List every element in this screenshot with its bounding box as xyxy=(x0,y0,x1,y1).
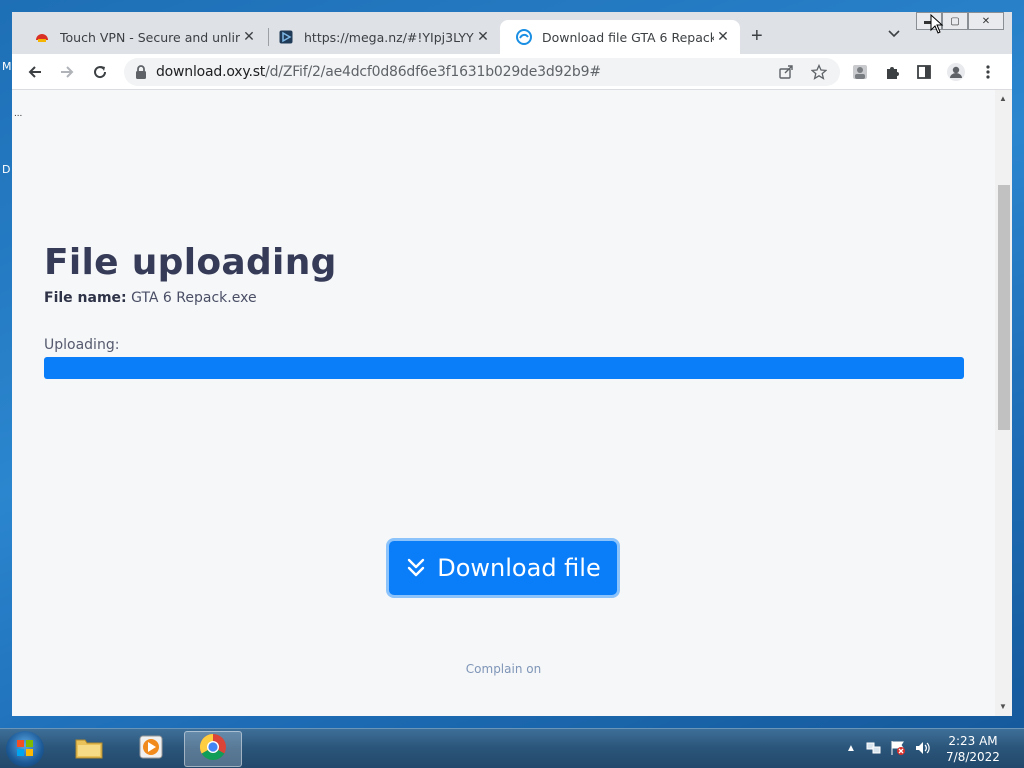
taskbar-chrome[interactable] xyxy=(184,731,242,767)
tab-title: Download file GTA 6 Repack.exe xyxy=(542,29,714,45)
restore-button[interactable]: ▢ xyxy=(942,12,968,30)
tab-title: https://mega.nz/#!YIpj3LYY!yC5N xyxy=(304,29,474,45)
taskbar-explorer[interactable] xyxy=(60,731,118,767)
taskbar-media-player[interactable] xyxy=(122,731,180,767)
tab-strip: Touch VPN - Secure and unlimite ✕ https:… xyxy=(12,12,1012,54)
tab-close-icon[interactable]: ✕ xyxy=(474,29,492,45)
file-name-label: File name: xyxy=(44,290,127,306)
clock-date: 7/8/2022 xyxy=(946,750,1000,764)
address-bar[interactable]: download.oxy.st/d/ZFif/2/ae4dcf0d86df6e3… xyxy=(124,58,840,86)
clock-time: 2:23 AM xyxy=(948,734,998,748)
lock-icon[interactable] xyxy=(134,64,150,80)
browser-toolbar: download.oxy.st/d/ZFif/2/ae4dcf0d86df6e3… xyxy=(12,54,1012,90)
extensions-puzzle-icon[interactable] xyxy=(882,62,902,82)
browser-menu-icon[interactable] xyxy=(978,62,998,82)
media-player-icon xyxy=(137,733,165,766)
tab-download-file[interactable]: Download file GTA 6 Repack.exe ✕ xyxy=(500,20,740,54)
oxy-logo-icon xyxy=(516,29,532,45)
volume-icon[interactable] xyxy=(914,740,930,761)
upload-progress-fill xyxy=(44,357,964,379)
desktop-dots: ... xyxy=(14,108,23,119)
upload-progress-bar xyxy=(44,357,964,379)
play-icon xyxy=(278,29,294,45)
new-tab-icon[interactable]: + xyxy=(751,25,763,48)
taskbar: ▲ 2:23 AM 7/8/2022 xyxy=(0,728,1024,768)
back-icon[interactable] xyxy=(23,60,47,84)
forward-icon[interactable] xyxy=(55,60,79,84)
show-hidden-icons-arrow-icon[interactable]: ▲ xyxy=(846,743,856,754)
chrome-icon xyxy=(198,732,228,767)
scroll-up-arrow-icon[interactable]: ▲ xyxy=(999,94,1007,103)
url-text: download.oxy.st/d/ZFif/2/ae4dcf0d86df6e3… xyxy=(156,64,601,80)
download-file-button[interactable]: Download file xyxy=(389,541,617,595)
page-title: File uploading xyxy=(44,242,337,283)
scroll-thumb[interactable] xyxy=(998,185,1010,430)
scroll-down-arrow-icon[interactable]: ▼ xyxy=(999,702,1007,711)
side-panel-icon[interactable] xyxy=(914,62,934,82)
share-icon[interactable] xyxy=(776,62,796,82)
system-clock[interactable]: 2:23 AM 7/8/2022 xyxy=(936,733,1010,765)
desktop-icon-label-m: M xyxy=(2,60,12,73)
browser-window: Touch VPN - Secure and unlimite ✕ https:… xyxy=(12,12,1012,716)
page-scrollbar[interactable]: ▲ ▼ xyxy=(995,90,1012,716)
close-window-button[interactable]: ✕ xyxy=(968,12,1004,30)
folder-icon xyxy=(74,734,104,765)
tab-title: Touch VPN - Secure and unlimite xyxy=(60,29,240,45)
profile-extension-icon[interactable] xyxy=(850,62,870,82)
url-host: download.oxy.st xyxy=(156,64,266,80)
network-icon[interactable] xyxy=(866,740,882,761)
start-button[interactable] xyxy=(6,731,44,767)
tab-close-icon[interactable]: ✕ xyxy=(240,29,258,45)
bookmark-star-icon[interactable] xyxy=(809,62,829,82)
uploading-label: Uploading: xyxy=(44,337,120,353)
page-content: File uploading File name: GTA 6 Repack.e… xyxy=(12,90,995,716)
url-path: /d/ZFif/2/ae4dcf0d86df6e3f1631b029de3d92… xyxy=(265,64,601,80)
tab-close-icon[interactable]: ✕ xyxy=(714,29,732,45)
download-button-label: Download file xyxy=(437,554,601,582)
tab-search-chevron-icon[interactable] xyxy=(888,26,900,41)
desktop-icon-label-d: D xyxy=(2,163,11,176)
touch-vpn-icon xyxy=(34,29,50,45)
action-center-flag-icon[interactable] xyxy=(890,740,906,761)
mouse-cursor-icon xyxy=(930,14,944,34)
tab-touch-vpn[interactable]: Touch VPN - Secure and unlimite ✕ xyxy=(18,20,266,54)
tab-mega[interactable]: https://mega.nz/#!YIpj3LYY!yC5N ✕ xyxy=(262,20,500,54)
file-name-value: GTA 6 Repack.exe xyxy=(131,290,257,306)
complain-link[interactable]: Complain on xyxy=(12,662,995,676)
double-chevron-down-icon xyxy=(405,557,427,579)
file-name-row: File name: GTA 6 Repack.exe xyxy=(44,290,257,306)
profile-avatar-icon[interactable] xyxy=(946,62,966,82)
reload-icon[interactable] xyxy=(88,60,112,84)
